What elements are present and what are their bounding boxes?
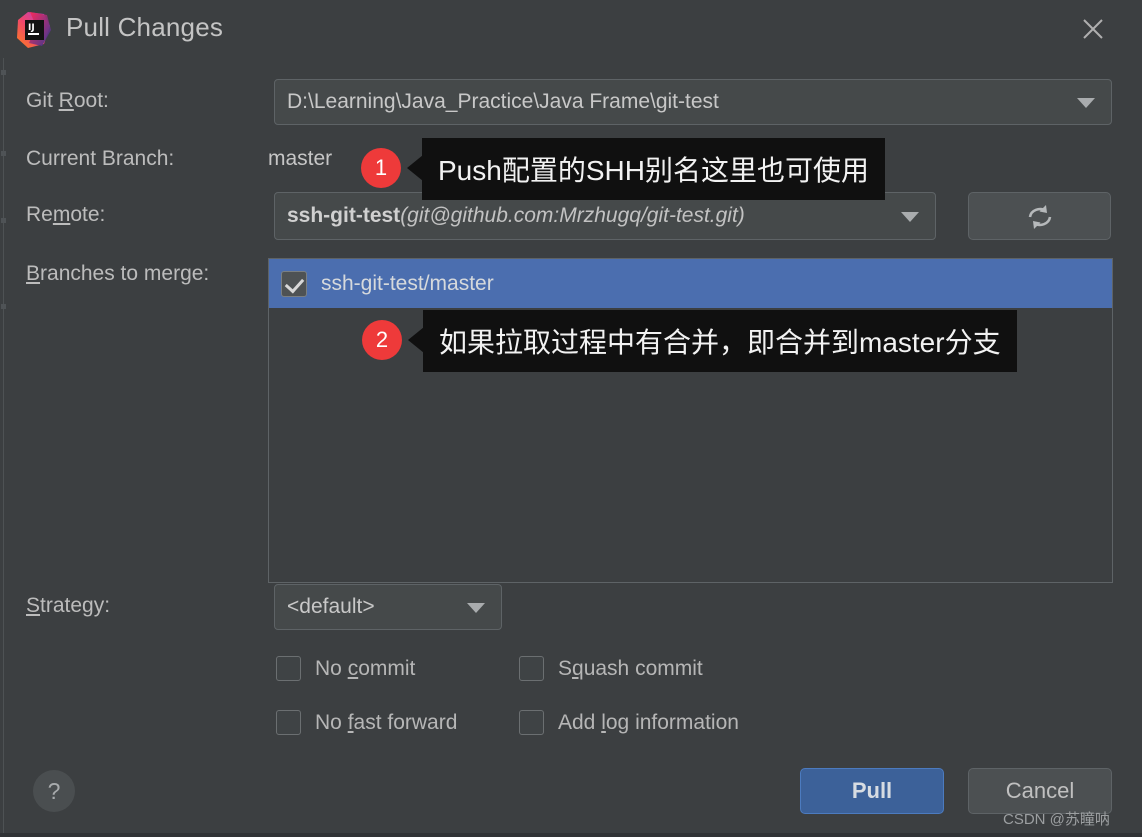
annotation-tail-1 (407, 155, 423, 181)
remote-label: Remote: (26, 203, 106, 226)
svg-text:IJ: IJ (28, 23, 35, 33)
strategy-value: <default> (287, 595, 375, 618)
strategy-combobox[interactable]: <default> (274, 584, 502, 630)
close-icon[interactable] (1070, 8, 1116, 50)
checkbox-box[interactable] (519, 656, 544, 681)
annotation-badge-1: 1 (361, 148, 401, 188)
current-branch-label: Current Branch: (26, 147, 175, 170)
chevron-down-icon (1077, 98, 1095, 108)
annotation-badge-2: 2 (362, 320, 402, 360)
git-root-combobox[interactable]: D:\Learning\Java_Practice\Java Frame\git… (274, 79, 1112, 125)
intellij-idea-logo-icon: IJ (14, 10, 54, 50)
pull-button[interactable]: Pull (800, 768, 944, 814)
window-title: Pull Changes (66, 12, 224, 42)
checkbox-box[interactable] (276, 710, 301, 735)
editor-sliver (0, 58, 8, 837)
chevron-down-icon (901, 212, 919, 222)
sliver-mark (1, 218, 6, 223)
no-fast-forward-checkbox[interactable]: No fast forward (276, 710, 457, 735)
git-root-value: D:\Learning\Java_Practice\Java Frame\git… (287, 90, 719, 113)
strategy-label: Strategy: (26, 594, 111, 617)
sliver-mark (1, 304, 6, 309)
squash-commit-checkbox[interactable]: Squash commit (519, 656, 703, 681)
checkbox-box[interactable] (519, 710, 544, 735)
annotation-tail-2 (408, 327, 424, 353)
sliver-line (3, 58, 4, 837)
list-item[interactable]: ssh-git-test/master (269, 259, 1112, 308)
watermark: CSDN @苏瞳呐 (1003, 811, 1110, 828)
refresh-remotes-button[interactable] (968, 192, 1111, 240)
help-button[interactable]: ? (33, 770, 75, 812)
annotation-bubble-2: 如果拉取过程中有合并，即合并到master分支 (423, 310, 1017, 372)
branches-to-merge-label: Branches to merge: (26, 262, 210, 285)
sliver-mark (1, 70, 6, 75)
branch-checkbox[interactable] (281, 270, 307, 297)
bottom-edge (0, 833, 1142, 837)
branch-label: ssh-git-test/master (321, 271, 494, 295)
title-bar: IJ Pull Changes (0, 0, 1142, 58)
add-log-information-checkbox[interactable]: Add log information (519, 710, 739, 735)
branches-list[interactable]: ssh-git-test/master (268, 258, 1113, 583)
checkbox-box[interactable] (276, 656, 301, 681)
sliver-mark (1, 151, 6, 156)
remote-url: (git@github.com:Mrzhugq/git-test.git) (400, 204, 745, 227)
pull-changes-dialog: IJ Pull Changes Git Root: D:\Learning\Ja… (0, 0, 1142, 837)
remote-name: ssh-git-test (287, 204, 401, 227)
annotation-bubble-1: Push配置的SHH别名这里也可使用 (422, 138, 885, 200)
no-commit-checkbox[interactable]: No commit (276, 656, 415, 681)
git-root-label: Git Root: (26, 89, 109, 112)
chevron-down-icon (467, 603, 485, 613)
current-branch-value: master (268, 147, 333, 170)
